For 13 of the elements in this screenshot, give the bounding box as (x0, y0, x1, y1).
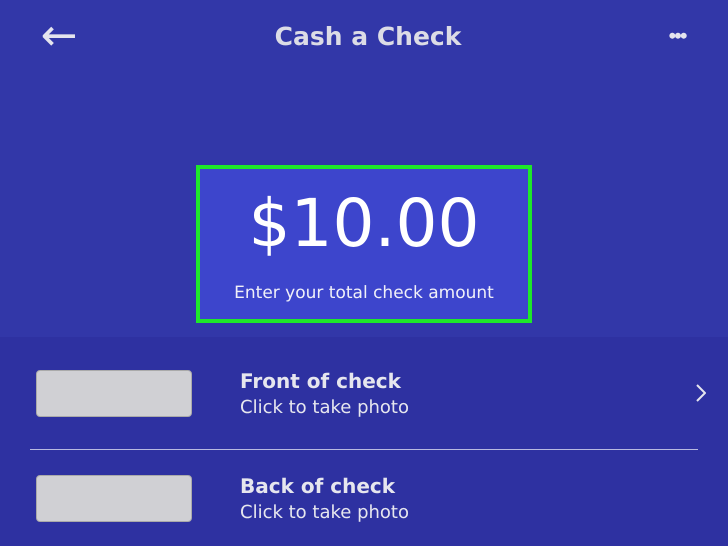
photo-placeholder[interactable] (36, 474, 192, 522)
amount-field[interactable]: $10.00 Enter your total check amount (196, 165, 532, 323)
photo-placeholder[interactable] (36, 370, 192, 416)
back-button[interactable]: ← (36, 14, 82, 58)
item-subtitle: Click to take photo (240, 396, 410, 418)
amount-value: $10.00 (248, 191, 480, 257)
more-button[interactable]: ••• (654, 23, 700, 49)
chevron-icon[interactable] (696, 384, 706, 402)
item-title: Back of check (240, 474, 396, 498)
screen-title: Cash a Check (274, 22, 462, 50)
item-title: Front of check (240, 368, 402, 392)
item-subtitle: Click to take photo (240, 502, 410, 522)
amount-hint: Enter your total check amount (234, 283, 494, 303)
